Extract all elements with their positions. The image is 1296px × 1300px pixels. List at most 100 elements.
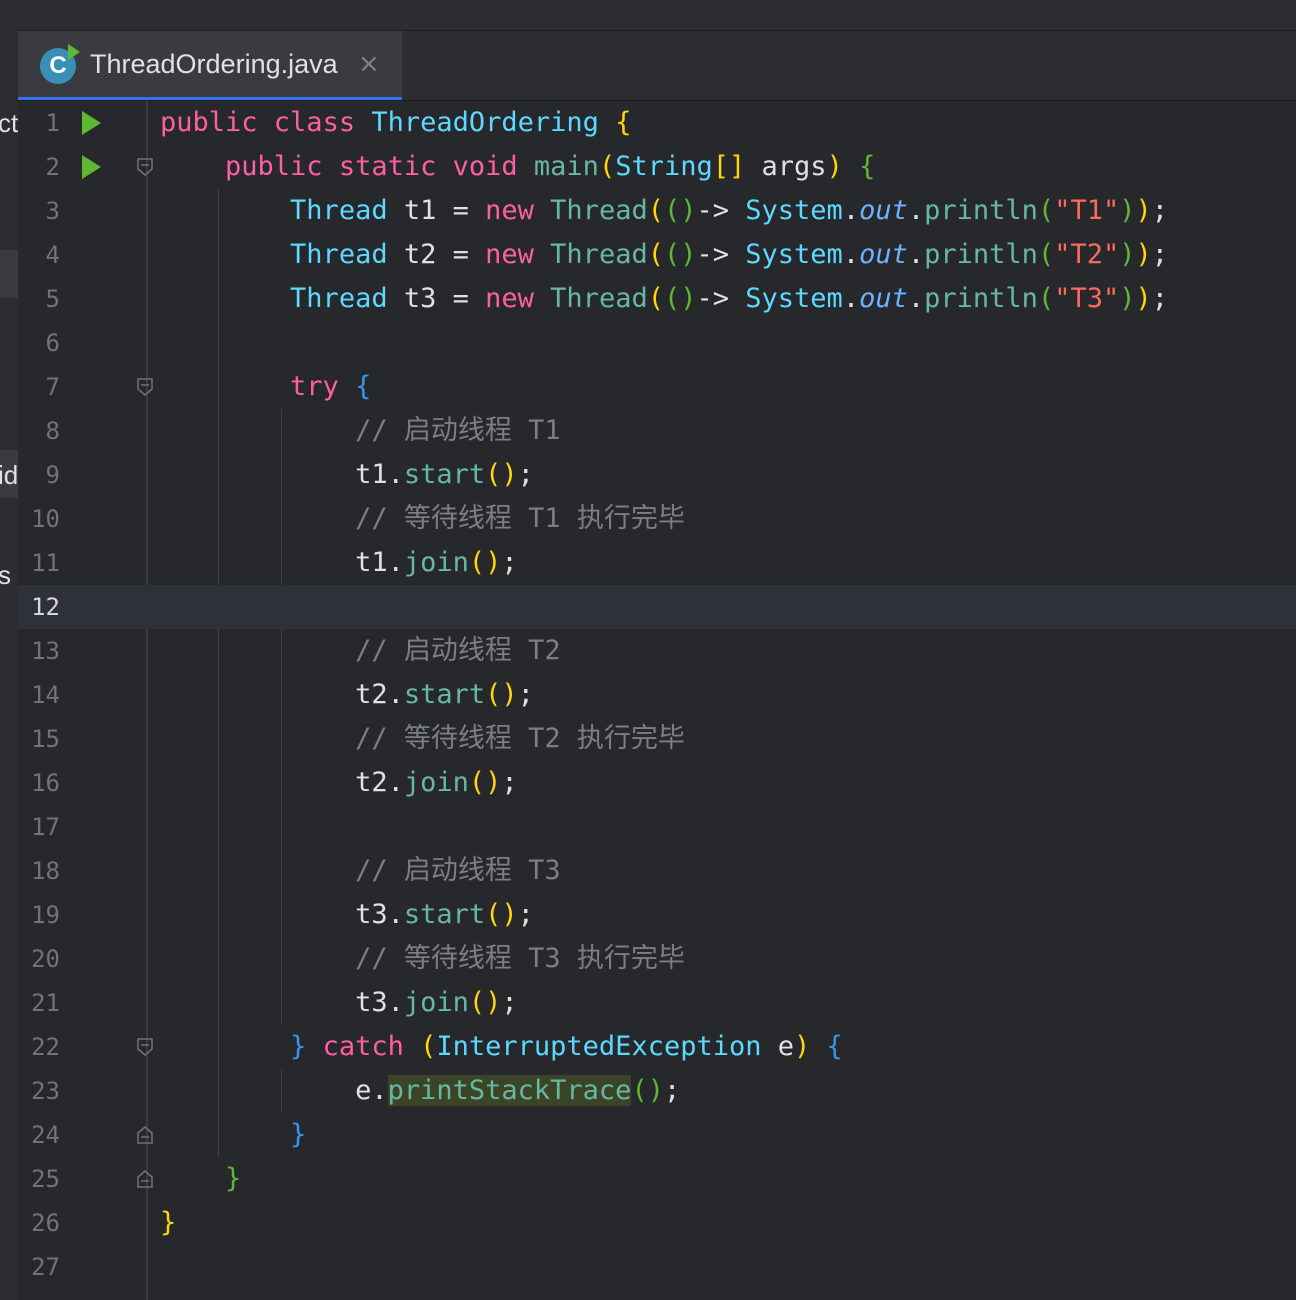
line-number[interactable]: 2 <box>18 145 60 189</box>
line-number[interactable]: 16 <box>18 761 60 805</box>
line-number[interactable]: 22 <box>18 1025 60 1069</box>
code-line[interactable]: 23 e.printStackTrace(); <box>18 1069 1296 1113</box>
code-token: = <box>452 283 486 314</box>
code-line[interactable]: 11 t1.join(); <box>18 541 1296 585</box>
project-panel-edge[interactable]: ct] id s <box>0 30 18 1300</box>
code-text[interactable]: try { <box>160 365 371 409</box>
code-text[interactable]: t1.join(); <box>160 541 518 585</box>
code-line[interactable]: 25 } <box>18 1157 1296 1201</box>
code-text[interactable]: // 启动线程 T3 <box>160 849 561 893</box>
fold-open-icon[interactable] <box>137 158 153 176</box>
code-line[interactable]: 18 // 启动线程 T3 <box>18 849 1296 893</box>
fold-close-icon[interactable] <box>137 1126 153 1144</box>
line-number[interactable]: 9 <box>18 453 60 497</box>
code-line[interactable]: 27 <box>18 1245 1296 1289</box>
code-line[interactable]: 21 t3.join(); <box>18 981 1296 1025</box>
code-comment: // 启动线程 T1 <box>355 415 561 446</box>
code-token: ) <box>794 1031 827 1062</box>
line-number[interactable]: 1 <box>18 101 60 145</box>
run-gutter-icon[interactable] <box>82 111 101 135</box>
code-line[interactable]: 12 <box>18 585 1296 629</box>
code-line[interactable]: 4 Thread t2 = new Thread(()-> System.out… <box>18 233 1296 277</box>
run-gutter-icon[interactable] <box>82 155 101 179</box>
code-line[interactable]: 19 t3.start(); <box>18 893 1296 937</box>
code-line[interactable]: 22 } catch (InterruptedException e) { <box>18 1025 1296 1069</box>
code-line[interactable]: 13 // 启动线程 T2 <box>18 629 1296 673</box>
code-text[interactable]: t2.join(); <box>160 761 518 805</box>
code-text[interactable]: } catch (InterruptedException e) { <box>160 1025 843 1069</box>
code-text[interactable]: // 等待线程 T3 执行完毕 <box>160 937 685 981</box>
code-text[interactable]: t2.start(); <box>160 673 534 717</box>
code-text[interactable]: Thread t1 = new Thread(()-> System.out.p… <box>160 189 1168 233</box>
line-number[interactable]: 24 <box>18 1113 60 1157</box>
code-line[interactable]: 5 Thread t3 = new Thread(()-> System.out… <box>18 277 1296 321</box>
code-token: ; <box>663 1075 681 1106</box>
code-text[interactable]: t1.start(); <box>160 453 534 497</box>
fold-open-icon[interactable] <box>137 1038 153 1056</box>
line-number[interactable]: 17 <box>18 805 60 849</box>
line-number[interactable]: 20 <box>18 937 60 981</box>
line-number[interactable]: 3 <box>18 189 60 233</box>
code-token: -> <box>696 239 746 270</box>
code-line[interactable]: 14 t2.start(); <box>18 673 1296 717</box>
line-number[interactable]: 15 <box>18 717 60 761</box>
code-line[interactable]: 15 // 等待线程 T2 执行完毕 <box>18 717 1296 761</box>
line-number[interactable]: 4 <box>18 233 60 277</box>
code-token: Thread <box>550 195 648 226</box>
code-line[interactable]: 16 t2.join(); <box>18 761 1296 805</box>
code-token: new <box>485 283 551 314</box>
line-number[interactable]: 25 <box>18 1157 60 1201</box>
line-number[interactable]: 26 <box>18 1201 60 1245</box>
code-line[interactable]: 26} <box>18 1201 1296 1245</box>
code-token: () <box>663 283 697 314</box>
line-number[interactable]: 23 <box>18 1069 60 1113</box>
code-text[interactable]: public static void main(String[] args) { <box>160 145 875 189</box>
code-line[interactable]: 7 try { <box>18 365 1296 409</box>
editor-tab-threadordering[interactable]: C ThreadOrdering.java × <box>18 31 402 100</box>
close-tab-icon[interactable]: × <box>358 31 380 97</box>
line-number[interactable]: 12 <box>18 585 60 629</box>
line-number[interactable]: 10 <box>18 497 60 541</box>
fold-open-icon[interactable] <box>137 378 153 396</box>
code-text[interactable]: } <box>160 1113 306 1157</box>
line-number[interactable]: 19 <box>18 893 60 937</box>
code-text[interactable]: Thread t2 = new Thread(()-> System.out.p… <box>160 233 1168 277</box>
line-number[interactable]: 8 <box>18 409 60 453</box>
line-number[interactable]: 13 <box>18 629 60 673</box>
code-token: Thread <box>550 239 648 270</box>
code-text[interactable]: Thread t3 = new Thread(()-> System.out.p… <box>160 277 1168 321</box>
code-text[interactable]: } <box>160 1201 176 1245</box>
code-line[interactable]: 17 <box>18 805 1296 849</box>
code-line[interactable]: 10 // 等待线程 T1 执行完毕 <box>18 497 1296 541</box>
code-text[interactable]: t3.start(); <box>160 893 534 937</box>
code-token: ) <box>1135 239 1152 270</box>
code-text[interactable]: t3.join(); <box>160 981 518 1025</box>
code-line[interactable]: 3 Thread t1 = new Thread(()-> System.out… <box>18 189 1296 233</box>
line-number[interactable]: 6 <box>18 321 60 365</box>
code-text[interactable]: } <box>160 1157 241 1201</box>
line-number[interactable]: 18 <box>18 849 60 893</box>
line-number[interactable]: 27 <box>18 1245 60 1289</box>
line-number[interactable]: 5 <box>18 277 60 321</box>
line-number[interactable]: 11 <box>18 541 60 585</box>
line-number[interactable]: 21 <box>18 981 60 1025</box>
code-text[interactable]: // 等待线程 T2 执行完毕 <box>160 717 685 761</box>
code-token: () <box>485 459 518 490</box>
code-text[interactable]: // 等待线程 T1 执行完毕 <box>160 497 685 541</box>
code-token: () <box>485 679 518 710</box>
line-number[interactable]: 7 <box>18 365 60 409</box>
code-line[interactable]: 9 t1.start(); <box>18 453 1296 497</box>
code-text[interactable]: // 启动线程 T1 <box>160 409 561 453</box>
fold-close-icon[interactable] <box>137 1170 153 1188</box>
line-number[interactable]: 14 <box>18 673 60 717</box>
code-line[interactable]: 1 public class ThreadOrdering { <box>18 101 1296 145</box>
code-line[interactable]: 20 // 等待线程 T3 执行完毕 <box>18 937 1296 981</box>
code-line[interactable]: 24 } <box>18 1113 1296 1157</box>
code-token: ) <box>1135 195 1152 226</box>
code-text[interactable]: // 启动线程 T2 <box>160 629 561 673</box>
code-line[interactable]: 8 // 启动线程 T1 <box>18 409 1296 453</box>
code-text[interactable]: public class ThreadOrdering { <box>160 101 631 145</box>
code-text[interactable]: e.printStackTrace(); <box>160 1069 680 1113</box>
code-line[interactable]: 6 <box>18 321 1296 365</box>
code-line[interactable]: 2 public static void main(String[] args)… <box>18 145 1296 189</box>
